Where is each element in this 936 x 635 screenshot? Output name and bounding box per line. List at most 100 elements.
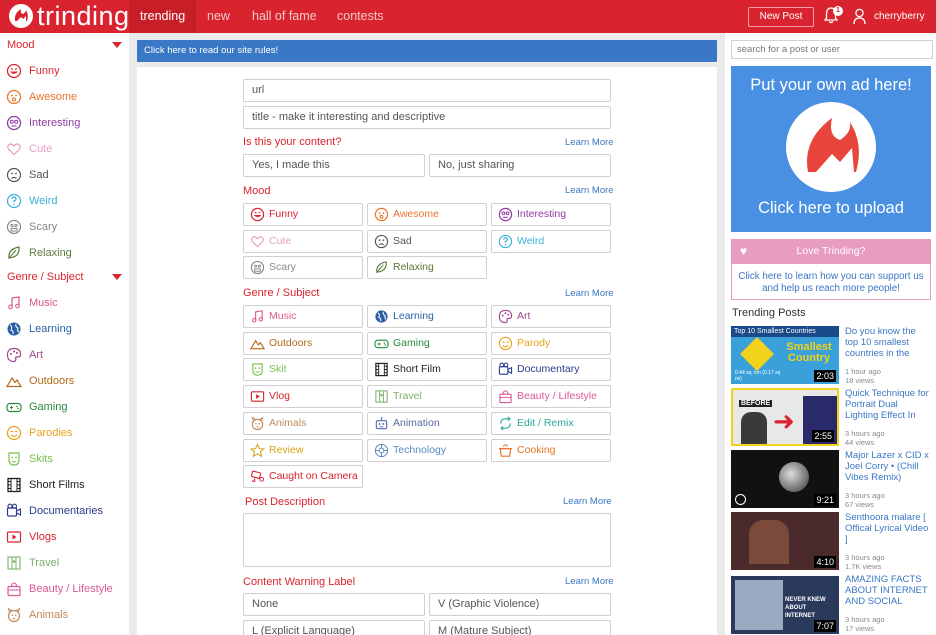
sidebar-item-music[interactable]: Music xyxy=(0,290,129,316)
genre-option-technology[interactable]: Technology xyxy=(367,438,487,462)
mood-option-scary[interactable]: Scary xyxy=(243,256,363,280)
logo-icon[interactable] xyxy=(9,4,33,28)
description-textarea[interactable] xyxy=(243,513,611,567)
sidebar-item-learning[interactable]: Learning xyxy=(0,316,129,342)
genre-option-review[interactable]: Review xyxy=(243,438,363,462)
question-icon xyxy=(6,193,22,209)
sidebar-item-vlogs[interactable]: Vlogs xyxy=(0,524,129,550)
genre-option-parody[interactable]: Parody xyxy=(491,331,611,355)
mood-option-weird[interactable]: Weird xyxy=(491,229,611,253)
sidebar-item-parodies[interactable]: Parodies xyxy=(0,420,129,446)
genre-option-vlog[interactable]: Vlog xyxy=(243,385,363,409)
genre-option-outdoors[interactable]: Outdoors xyxy=(243,331,363,355)
mood-option-funny[interactable]: Funny xyxy=(243,203,363,226)
trending-post-title[interactable]: Do you know the top 10 smallest countrie… xyxy=(845,326,931,359)
title-input[interactable]: title - make it interesting and descript… xyxy=(243,106,611,129)
sidebar-item-label: Music xyxy=(29,297,58,309)
learn-more-description-link[interactable]: Learn More xyxy=(563,496,612,507)
sidebar-genre-heading[interactable]: Genre / Subject xyxy=(0,265,129,289)
genre-option-beauty-lifestyle[interactable]: Beauty / Lifestyle xyxy=(491,385,611,409)
sidebar-item-short-films[interactable]: Short Films xyxy=(0,472,129,498)
trending-thumb-2[interactable]: BEFORE ➜ 2:55 xyxy=(731,388,839,446)
notification-badge[interactable]: 1 xyxy=(833,6,843,16)
sidebar-item-label: Travel xyxy=(29,557,60,569)
trending-thumb-1[interactable]: Top 10 Smallest Countries Smallest Count… xyxy=(731,326,839,384)
ownership-yes-option[interactable]: Yes, I made this xyxy=(243,154,425,177)
trending-post-title[interactable]: Major Lazer x CID x Joel Corry • (Chill … xyxy=(845,450,931,483)
genre-option-caught-on-camera[interactable]: Caught on Camera xyxy=(243,465,363,489)
sidebar-item-interesting[interactable]: Interesting xyxy=(0,110,129,136)
genre-option-edit-remix[interactable]: Edit / Remix xyxy=(491,411,611,435)
site-rules-banner[interactable]: Click here to read our site rules! xyxy=(137,40,717,62)
trending-thumb-3[interactable]: 9:21 xyxy=(731,450,839,508)
sidebar-item-art[interactable]: Art xyxy=(0,342,129,368)
warning-none-option[interactable]: None xyxy=(243,593,425,616)
sidebar-item-funny[interactable]: Funny xyxy=(0,58,129,84)
sidebar-item-travel[interactable]: Travel xyxy=(0,550,129,576)
genre-option-gaming[interactable]: Gaming xyxy=(367,331,487,355)
sidebar-item-sad[interactable]: Sad xyxy=(0,162,129,188)
sidebar-mood-heading[interactable]: Mood xyxy=(0,33,129,57)
trending-thumb-4[interactable]: 4:10 xyxy=(731,512,839,570)
sidebar-item-outdoors[interactable]: Outdoors xyxy=(0,368,129,394)
love-trinding-bar[interactable]: ♥ Love Trinding? xyxy=(731,239,931,264)
tab-contests[interactable]: contests xyxy=(337,0,384,33)
new-post-button[interactable]: New Post xyxy=(748,7,814,27)
support-link[interactable]: Click here to learn how you can support … xyxy=(731,264,931,300)
genre-option-music[interactable]: Music xyxy=(243,305,363,328)
genre-option-animation[interactable]: Animation xyxy=(367,411,487,435)
genre-option-travel[interactable]: Travel xyxy=(367,385,487,409)
caret-down-icon[interactable] xyxy=(112,274,122,280)
trending-post-title[interactable]: Senthoora malare [ Offical Lyrical Video… xyxy=(845,512,931,545)
tab-trending[interactable]: trending xyxy=(129,0,197,33)
ad-logo-icon xyxy=(786,102,876,192)
sidebar-item-documentaries[interactable]: Documentaries xyxy=(0,498,129,524)
warning-language-option[interactable]: L (Explicit Language) xyxy=(243,620,425,635)
robot-icon xyxy=(374,416,389,431)
mood-option-interesting[interactable]: Interesting xyxy=(491,203,611,226)
sidebar-item-skits[interactable]: Skits xyxy=(0,446,129,472)
url-input[interactable]: url xyxy=(243,79,611,102)
mood-option-awesome[interactable]: Awesome xyxy=(367,203,487,226)
sidebar-item-cute[interactable]: Cute xyxy=(0,136,129,162)
learn-more-genre-link[interactable]: Learn More xyxy=(565,288,614,299)
user-icon[interactable] xyxy=(853,8,866,28)
learn-more-mood-link[interactable]: Learn More xyxy=(565,185,614,196)
genre-option-learning[interactable]: Learning xyxy=(367,305,487,328)
trending-post-title[interactable]: AMAZING FACTS ABOUT INTERNET AND SOCIAL xyxy=(845,574,931,607)
ownership-no-option[interactable]: No, just sharing xyxy=(429,154,611,177)
sidebar-item-weird[interactable]: Weird xyxy=(0,188,129,214)
sidebar-item-scary[interactable]: Scary xyxy=(0,214,129,240)
sidebar-item-beauty-lifestyle[interactable]: Beauty / Lifestyle xyxy=(0,576,129,602)
logo-text[interactable]: trinding xyxy=(37,0,130,33)
genre-option-cooking[interactable]: Cooking xyxy=(491,438,611,462)
sidebar-item-animals[interactable]: Animals xyxy=(0,602,129,628)
gamepad-icon xyxy=(374,336,389,351)
mood-option-relaxing[interactable]: Relaxing xyxy=(367,256,487,280)
genre-option-skit[interactable]: Skit xyxy=(243,358,363,382)
genre-option-art[interactable]: Art xyxy=(491,305,611,328)
sidebar-item-relaxing[interactable]: Relaxing xyxy=(0,240,129,266)
warning-mature-option[interactable]: M (Mature Subject) xyxy=(429,620,611,635)
mood-option-sad[interactable]: Sad xyxy=(367,229,487,253)
thumb-text: BEFORE xyxy=(739,400,773,407)
caret-down-icon[interactable] xyxy=(112,42,122,48)
trending-thumb-5[interactable]: NEVER KNEW ABOUT INTERNET 7:07 xyxy=(731,576,839,634)
tab-new[interactable]: new xyxy=(207,0,230,33)
username[interactable]: cherryberry xyxy=(874,0,925,33)
genre-option-short-film[interactable]: Short Film xyxy=(367,358,487,382)
sidebar-item-awesome[interactable]: Awesome xyxy=(0,84,129,110)
learn-more-warning-link[interactable]: Learn More xyxy=(565,576,614,587)
warning-violence-option[interactable]: V (Graphic Violence) xyxy=(429,593,611,616)
trending-post-title[interactable]: Quick Technique for Portrait Dual Lighti… xyxy=(845,388,931,421)
genre-option-documentary[interactable]: Documentary xyxy=(491,358,611,382)
thumb-text: Smallest Country xyxy=(786,341,832,364)
genre-option-animals[interactable]: Animals xyxy=(243,411,363,435)
option-label: Awesome xyxy=(393,208,439,220)
tab-hall-of-fame[interactable]: hall of fame xyxy=(252,0,317,33)
sidebar-item-gaming[interactable]: Gaming xyxy=(0,394,129,420)
learn-more-ownership-link[interactable]: Learn More xyxy=(565,137,614,148)
bag-icon xyxy=(498,389,513,404)
mood-option-cute[interactable]: Cute xyxy=(243,229,363,253)
search-input[interactable]: search for a post or user xyxy=(731,40,933,59)
